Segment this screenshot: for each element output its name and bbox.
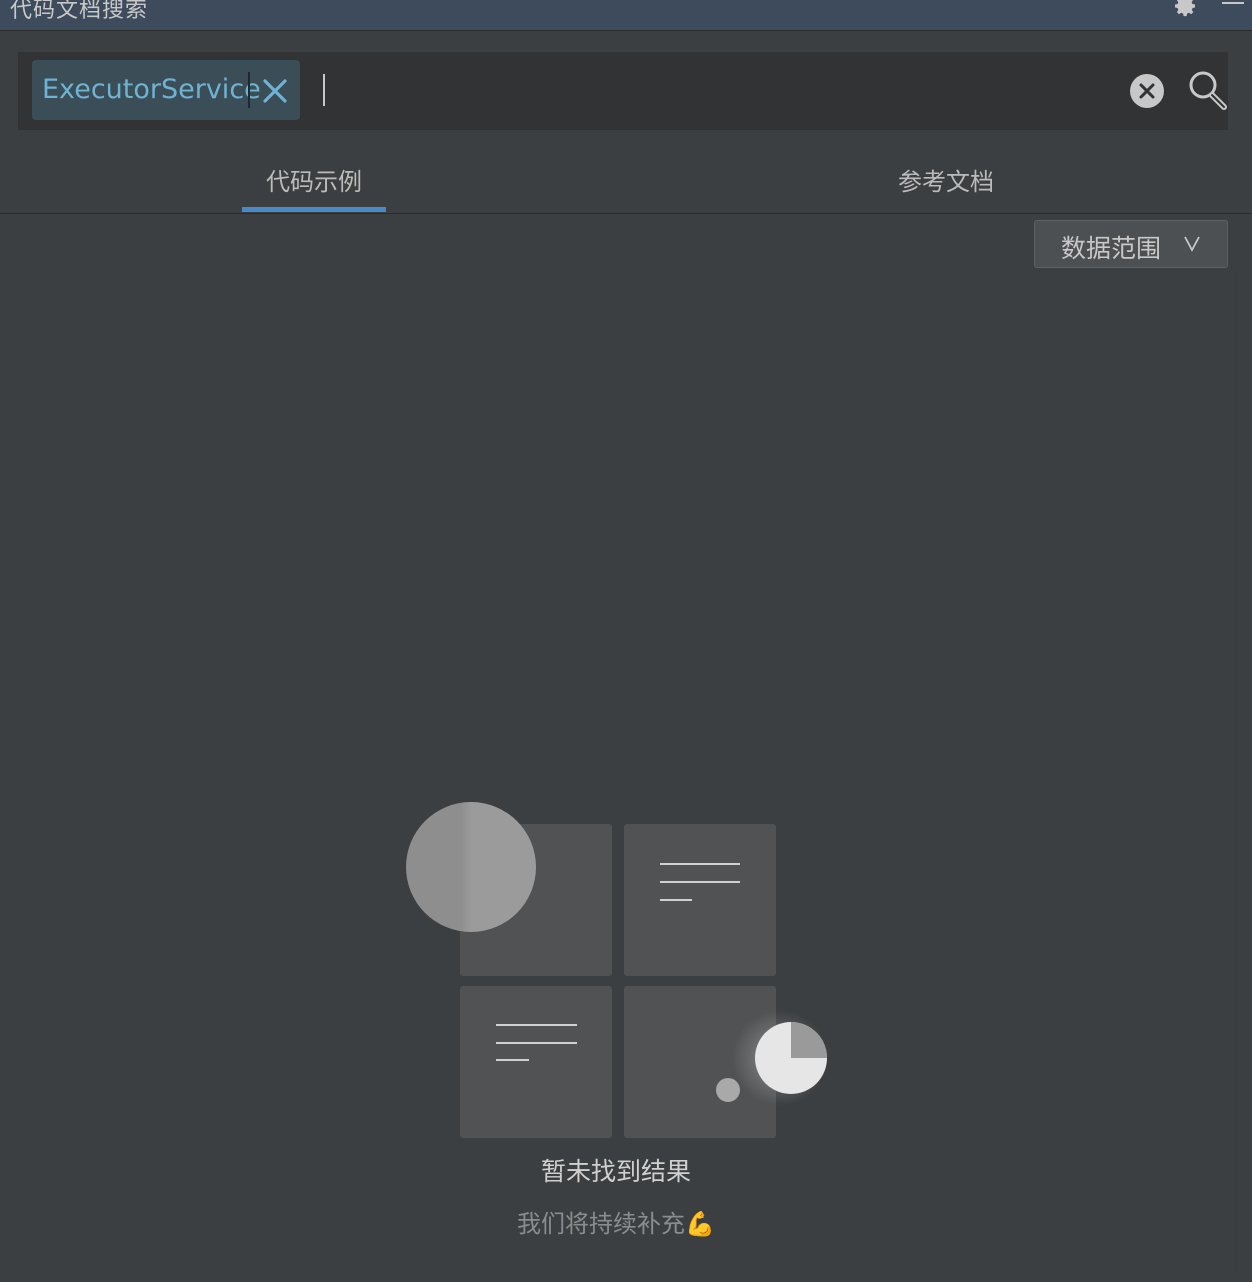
illustration-tile bbox=[460, 824, 612, 976]
tab-bar: 代码示例 参考文档 bbox=[0, 140, 1252, 214]
chip-divider bbox=[248, 72, 250, 108]
illustration-tile bbox=[624, 824, 776, 976]
clear-icon[interactable] bbox=[1130, 74, 1164, 108]
data-scope-label: 数据范围 bbox=[1061, 234, 1162, 263]
search-bar[interactable]: ExecutorService bbox=[18, 52, 1228, 130]
title-bar: 代码文档搜索 bbox=[0, 0, 1252, 31]
empty-state-subtitle: 我们将持续补充💪 bbox=[517, 1210, 715, 1238]
search-token-chip[interactable]: ExecutorService bbox=[32, 60, 300, 120]
empty-state-title: 暂未找到结果 bbox=[540, 1157, 691, 1186]
data-scope-dropdown[interactable]: 数据范围 bbox=[1034, 220, 1228, 268]
illustration-tile bbox=[460, 986, 612, 1138]
window-title: 代码文档搜索 bbox=[10, 0, 149, 23]
gear-icon[interactable] bbox=[1174, 0, 1198, 18]
search-icon[interactable] bbox=[1186, 68, 1230, 112]
tab-reference-docs[interactable]: 参考文档 bbox=[898, 162, 994, 197]
text-caret bbox=[323, 74, 325, 106]
minimize-icon[interactable] bbox=[1222, 0, 1246, 6]
scrollbar[interactable] bbox=[1234, 272, 1238, 1272]
illustration-tile bbox=[624, 986, 776, 1138]
search-token-label: ExecutorService bbox=[42, 74, 261, 105]
tab-code-examples[interactable]: 代码示例 bbox=[266, 162, 362, 197]
active-tab-indicator bbox=[242, 207, 386, 212]
chevron-down-icon bbox=[1184, 236, 1200, 252]
close-icon[interactable] bbox=[260, 76, 290, 106]
